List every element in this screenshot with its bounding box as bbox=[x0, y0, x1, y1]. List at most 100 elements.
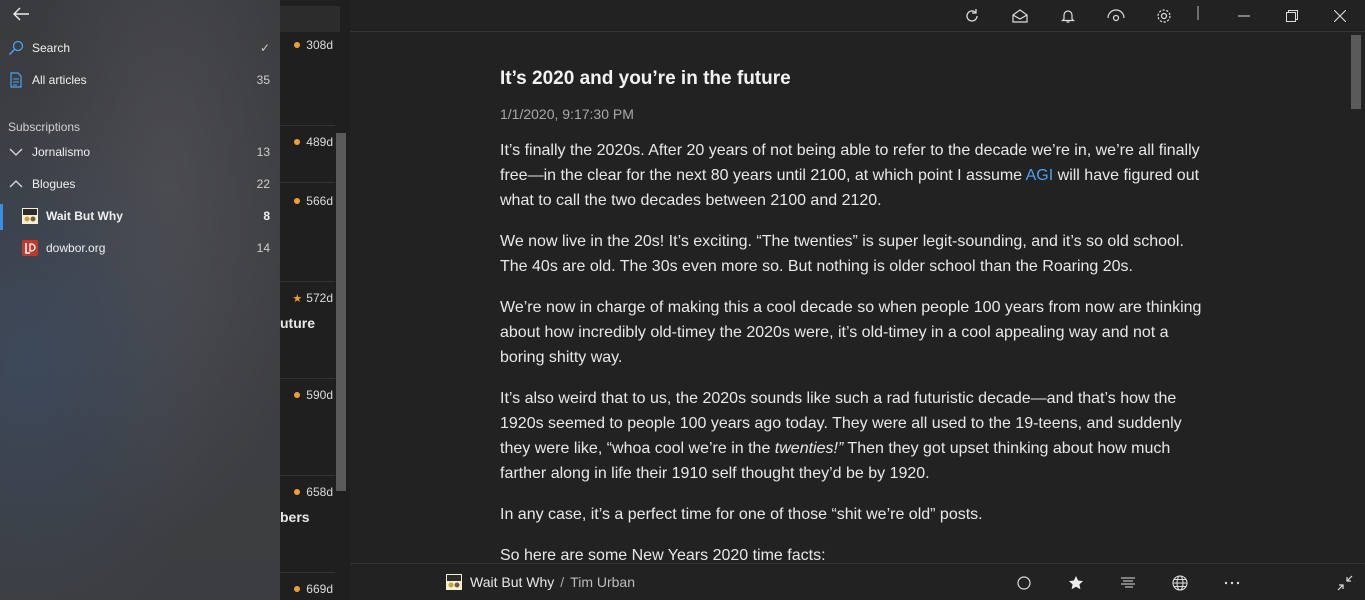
agi-link[interactable]: AGI bbox=[1026, 167, 1054, 184]
navigation-drawer: Search ✓ All articles 35 Subscriptions J… bbox=[0, 0, 280, 600]
collapse-arrows-icon bbox=[1337, 575, 1353, 591]
more-dots-icon bbox=[1224, 581, 1240, 585]
search-icon bbox=[0, 40, 32, 56]
chevron-up-icon[interactable] bbox=[0, 179, 32, 189]
group-label: Jornalismo bbox=[32, 145, 91, 159]
list-item-age: 489d bbox=[294, 135, 333, 149]
subscriptions-heading: Subscriptions bbox=[8, 120, 81, 134]
minimize-icon bbox=[1238, 15, 1250, 17]
list-item[interactable]: 566d bbox=[280, 190, 335, 282]
list-item-age: 308d bbox=[294, 38, 333, 52]
article-date: 1/1/2020, 9:17:30 PM bbox=[500, 106, 634, 122]
more-options-button[interactable] bbox=[1222, 573, 1242, 593]
reading-settings-button[interactable] bbox=[1118, 573, 1138, 593]
article-paragraph: In any case, it’s a perfect time for one… bbox=[500, 506, 983, 523]
list-item-title: bers bbox=[280, 509, 310, 525]
feed-count: 8 bbox=[263, 209, 270, 223]
feed-item-dowbor[interactable]: dowbor.org 14 bbox=[0, 234, 270, 262]
all-articles-item[interactable]: All articles 35 bbox=[0, 66, 270, 94]
star-button[interactable] bbox=[1066, 573, 1086, 593]
list-item-title: uture bbox=[280, 315, 315, 331]
article-reader: It’s 2020 and you’re in the future 1/1/2… bbox=[350, 33, 1350, 563]
list-item-age: 566d bbox=[294, 194, 333, 208]
chevron-down-icon[interactable] bbox=[0, 147, 32, 157]
refresh-button[interactable] bbox=[961, 6, 983, 26]
refresh-icon bbox=[966, 9, 978, 22]
unread-dot-icon bbox=[294, 489, 301, 495]
search-label: Search bbox=[32, 41, 71, 55]
group-item-jornalismo[interactable]: Jornalismo 13 bbox=[0, 138, 270, 166]
article-body: It’s finally the 2020s. After 20 years o… bbox=[500, 138, 1205, 563]
title-bar bbox=[350, 0, 1365, 32]
unread-dot-icon bbox=[294, 42, 301, 48]
group-label: Blogues bbox=[32, 177, 76, 191]
feed-item-wait-but-why[interactable]: Wait But Why 8 bbox=[0, 202, 270, 230]
mark-all-read-button[interactable] bbox=[1009, 6, 1031, 26]
article-source: Wait But Why / Tim Urban bbox=[446, 574, 635, 590]
source-author: Tim Urban bbox=[570, 574, 635, 590]
unread-dot-icon bbox=[294, 392, 301, 398]
minimize-button[interactable] bbox=[1233, 6, 1255, 26]
close-button[interactable] bbox=[1329, 6, 1351, 26]
restore-button[interactable] bbox=[1281, 6, 1303, 26]
unread-dot-icon bbox=[294, 586, 301, 592]
reader-scrollbar[interactable] bbox=[1351, 35, 1361, 109]
open-in-browser-button[interactable] bbox=[1170, 573, 1190, 593]
back-arrow-icon bbox=[13, 7, 29, 21]
collapse-button[interactable] bbox=[1335, 573, 1355, 593]
list-item[interactable]: ★ 572d uture bbox=[280, 287, 335, 379]
group-count: 22 bbox=[256, 177, 270, 191]
app-window: 308d 489d 566d ★ 572d uture 590d 658d ber… bbox=[0, 0, 1365, 600]
eye-icon bbox=[1107, 9, 1125, 22]
globe-icon bbox=[1172, 575, 1188, 591]
all-articles-label: All articles bbox=[32, 73, 87, 87]
text-format-icon bbox=[1121, 577, 1135, 588]
list-item[interactable]: 308d bbox=[280, 34, 335, 126]
settings-button[interactable] bbox=[1153, 6, 1175, 26]
article-paragraph: It’s also weird that to us, the 2020s so… bbox=[500, 390, 1182, 482]
list-search-box[interactable] bbox=[280, 6, 340, 32]
search-check-icon: ✓ bbox=[259, 41, 270, 55]
dowbor-feed-icon bbox=[14, 240, 46, 256]
list-item-age: 590d bbox=[294, 388, 333, 402]
article-paragraph: We now live in the 20s! It’s exciting. “… bbox=[500, 233, 1184, 275]
list-item[interactable]: 590d bbox=[280, 384, 335, 476]
article-title: It’s 2020 and you’re in the future bbox=[500, 68, 791, 89]
feed-label: Wait But Why bbox=[46, 209, 123, 223]
search-item[interactable]: Search ✓ bbox=[0, 34, 270, 62]
feed-label: dowbor.org bbox=[46, 241, 106, 255]
article-toolbar: Wait But Why / Tim Urban bbox=[350, 563, 1365, 600]
source-feed-name[interactable]: Wait But Why bbox=[470, 574, 554, 590]
article-paragraph: We’re now in charge of making this a coo… bbox=[500, 299, 1202, 366]
bell-icon bbox=[1061, 10, 1075, 23]
wait-but-why-feed-icon bbox=[446, 574, 462, 590]
mark-unread-button[interactable] bbox=[1014, 573, 1034, 593]
unread-dot-icon bbox=[294, 139, 301, 145]
list-scrollbar[interactable] bbox=[336, 133, 346, 491]
close-icon bbox=[1334, 10, 1346, 22]
article-paragraph: It’s finally the 2020s. After 20 years o… bbox=[500, 142, 1200, 209]
document-icon bbox=[0, 72, 32, 88]
all-articles-count: 35 bbox=[256, 73, 270, 87]
list-item[interactable]: 658d bers bbox=[280, 481, 335, 573]
mark-read-envelope-icon bbox=[1012, 9, 1028, 23]
notifications-button[interactable] bbox=[1057, 6, 1079, 26]
titlebar-divider bbox=[1193, 3, 1203, 23]
unread-dot-icon bbox=[294, 198, 301, 204]
list-item-age: 669d bbox=[294, 582, 333, 596]
source-separator: / bbox=[560, 574, 565, 590]
article-paragraph: So here are some New Years 2020 time fac… bbox=[500, 547, 826, 563]
list-item-age: ★ 572d bbox=[292, 291, 333, 305]
star-icon: ★ bbox=[292, 293, 303, 305]
feed-count: 14 bbox=[256, 241, 270, 255]
group-item-blogues[interactable]: Blogues 22 bbox=[0, 170, 270, 198]
list-item[interactable]: 669d bbox=[280, 578, 335, 600]
back-button[interactable] bbox=[12, 6, 36, 26]
list-item[interactable]: 489d bbox=[280, 131, 335, 183]
gear-icon bbox=[1157, 9, 1171, 23]
group-count: 13 bbox=[256, 145, 270, 159]
view-mode-button[interactable] bbox=[1105, 6, 1127, 26]
list-item-age: 658d bbox=[294, 485, 333, 499]
star-icon bbox=[1069, 576, 1083, 590]
wait-but-why-feed-icon bbox=[14, 208, 46, 224]
